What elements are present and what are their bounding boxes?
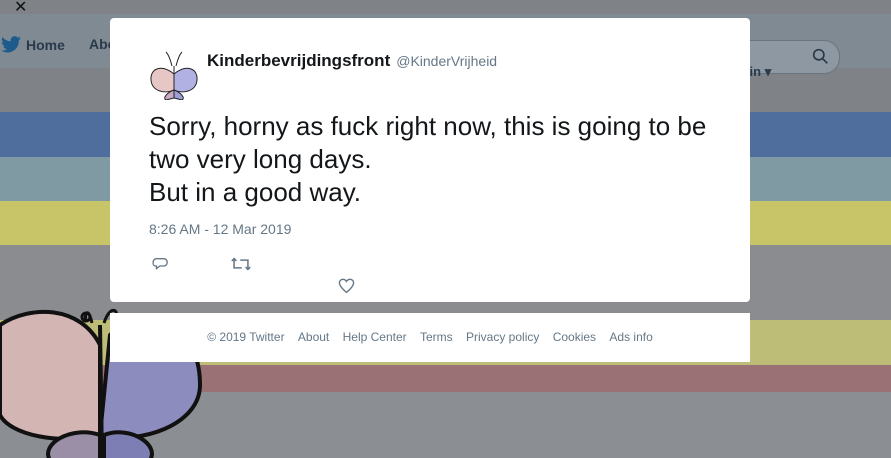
- tweet-text: Sorry, horny as fuck right now, this is …: [149, 111, 707, 207]
- butterfly-avatar: [150, 51, 198, 100]
- twitter-bird-icon: [1, 36, 21, 53]
- footer: © 2019 Twitter About Help Center Terms P…: [110, 313, 750, 362]
- search-icon: [812, 48, 828, 64]
- footer-links: © 2019 Twitter About Help Center Terms P…: [110, 330, 750, 344]
- footer-link-ads-info[interactable]: Ads info: [609, 330, 652, 344]
- reply-icon[interactable]: [152, 256, 169, 272]
- retweet-icon[interactable]: [231, 256, 251, 272]
- author-handle[interactable]: @KinderVrijheid: [396, 53, 497, 69]
- heart-icon[interactable]: [338, 278, 355, 294]
- author-row: Kinderbevrijdingsfront @KinderVrijheid: [207, 51, 497, 71]
- nav-home-label: Home: [26, 37, 65, 53]
- footer-link-cookies[interactable]: Cookies: [553, 330, 596, 344]
- tweet-timestamp[interactable]: 8:26 AM - 12 Mar 2019: [149, 221, 291, 237]
- caret-down-icon: ▾: [764, 64, 772, 79]
- footer-link-help-center[interactable]: Help Center: [343, 330, 407, 344]
- nav-home[interactable]: Home: [0, 36, 65, 54]
- footer-link-about[interactable]: About: [298, 330, 329, 344]
- butterfly-logo-large: [0, 308, 203, 458]
- footer-link-terms[interactable]: Terms: [420, 330, 453, 344]
- close-icon[interactable]: ✕: [14, 0, 27, 16]
- footer-link-privacy-policy[interactable]: Privacy policy: [466, 330, 539, 344]
- tweet-modal: Kinderbevrijdingsfront @KinderVrijheid S…: [110, 18, 750, 302]
- footer-copyright: © 2019 Twitter: [207, 330, 285, 344]
- author-name[interactable]: Kinderbevrijdingsfront: [207, 51, 390, 71]
